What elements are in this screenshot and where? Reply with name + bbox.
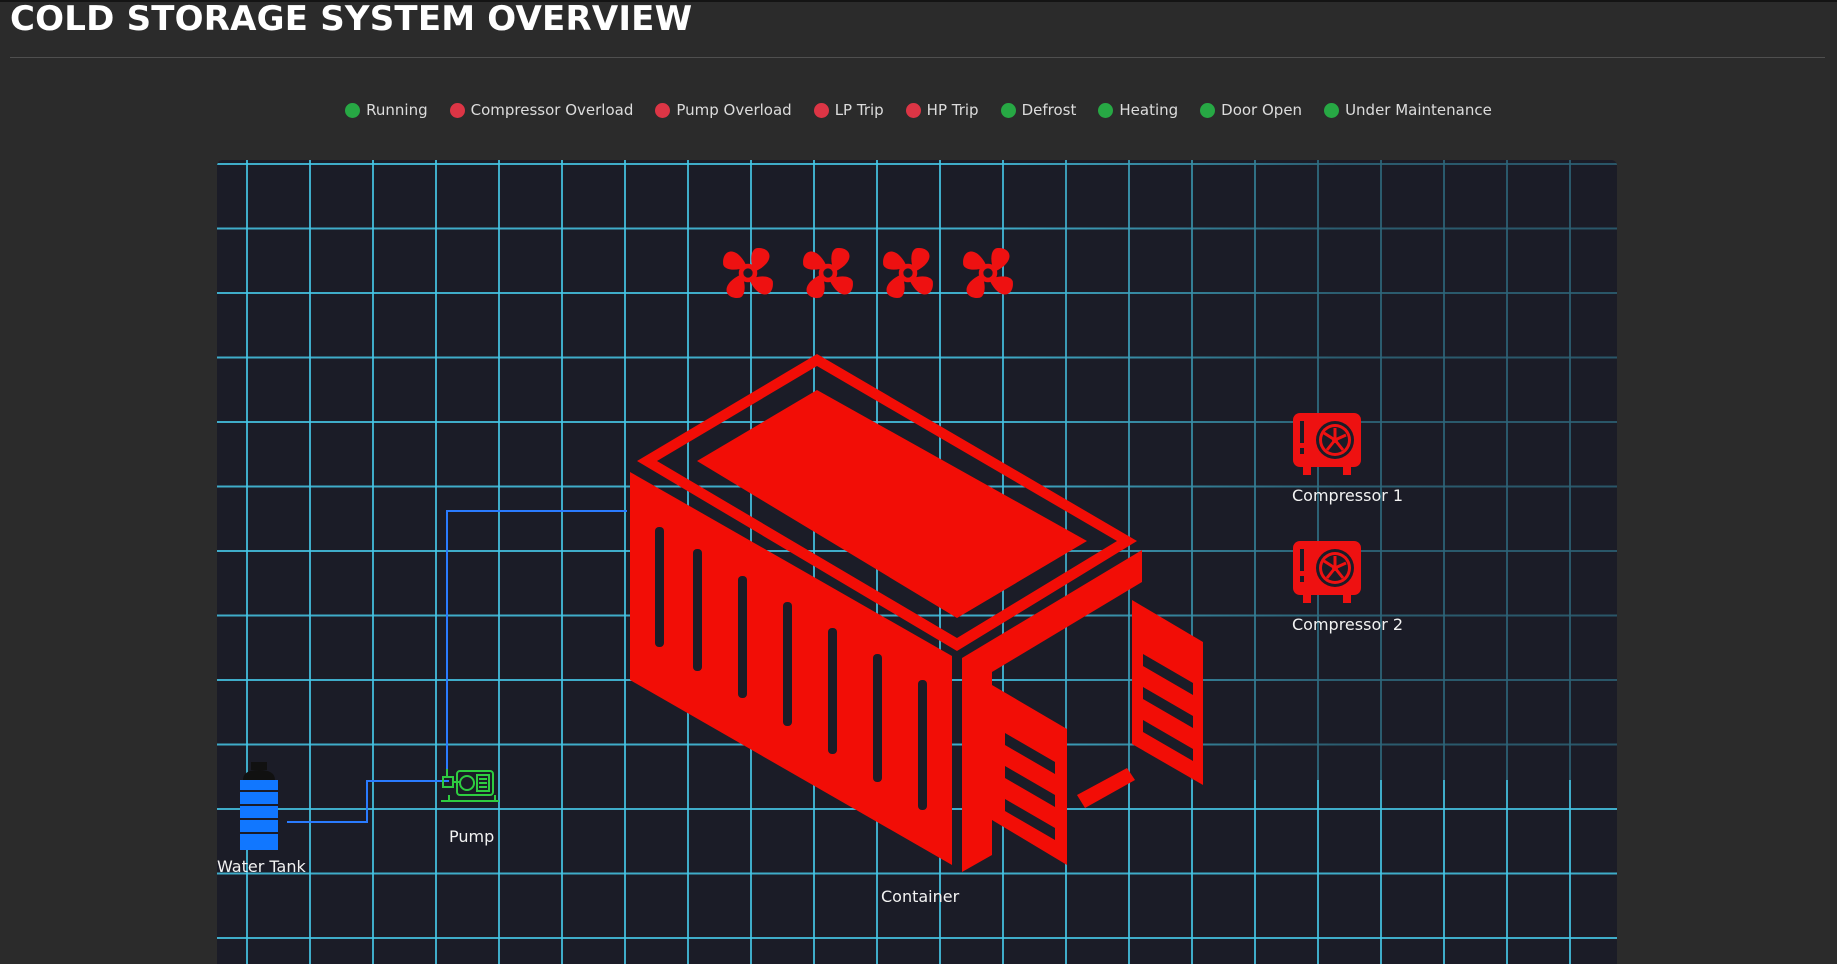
- legend-item-running: Running: [345, 101, 428, 119]
- title-divider: [10, 57, 1825, 58]
- status-dot: [655, 102, 671, 118]
- status-dot: [1000, 102, 1016, 118]
- status-dot: [1200, 102, 1216, 118]
- legend-label: Compressor Overload: [470, 101, 634, 119]
- water-tank-label: Water Tank: [217, 857, 306, 876]
- container-icon[interactable]: [217, 160, 1617, 964]
- compressor-1-label: Compressor 1: [1292, 486, 1404, 505]
- legend-item-under-maintenance: Under Maintenance: [1324, 101, 1492, 119]
- legend-item-compressor-overload: Compressor Overload: [449, 101, 634, 119]
- legend-label: Under Maintenance: [1345, 101, 1492, 119]
- legend-label: Pump Overload: [676, 101, 792, 119]
- legend-item-hp-trip: HP Trip: [905, 101, 979, 119]
- page-title: COLD STORAGE SYSTEM OVERVIEW: [10, 0, 693, 39]
- legend-label: Defrost: [1021, 101, 1077, 119]
- legend-label: Door Open: [1221, 101, 1303, 119]
- legend-label: Heating: [1119, 101, 1179, 119]
- compressor-icon[interactable]: [1291, 539, 1363, 607]
- status-dot: [1098, 102, 1114, 118]
- legend-label: Running: [366, 101, 428, 119]
- legend-item-lp-trip: LP Trip: [813, 101, 884, 119]
- compressor-2-label: Compressor 2: [1292, 615, 1404, 634]
- water-tank-icon[interactable]: [235, 760, 283, 852]
- status-legend: Running Compressor Overload Pump Overloa…: [0, 100, 1837, 120]
- status-dot: [1324, 102, 1340, 118]
- pump-label: Pump: [449, 827, 495, 846]
- legend-item-door-open: Door Open: [1200, 101, 1302, 119]
- compressor-icon[interactable]: [1291, 411, 1363, 479]
- legend-label: LP Trip: [834, 101, 884, 119]
- status-dot: [345, 102, 361, 118]
- status-dot: [813, 102, 829, 118]
- pump-icon[interactable]: [439, 765, 503, 809]
- legend-item-defrost: Defrost: [1000, 101, 1077, 119]
- legend-item-pump-overload: Pump Overload: [655, 101, 792, 119]
- legend-label: HP Trip: [926, 101, 979, 119]
- status-dot: [905, 102, 921, 118]
- container-label: Container: [881, 887, 960, 906]
- plant-diagram: Container Compressor 1 Compressor 2 Pump…: [217, 160, 1617, 964]
- legend-item-heating: Heating: [1098, 101, 1178, 119]
- status-dot: [449, 102, 465, 118]
